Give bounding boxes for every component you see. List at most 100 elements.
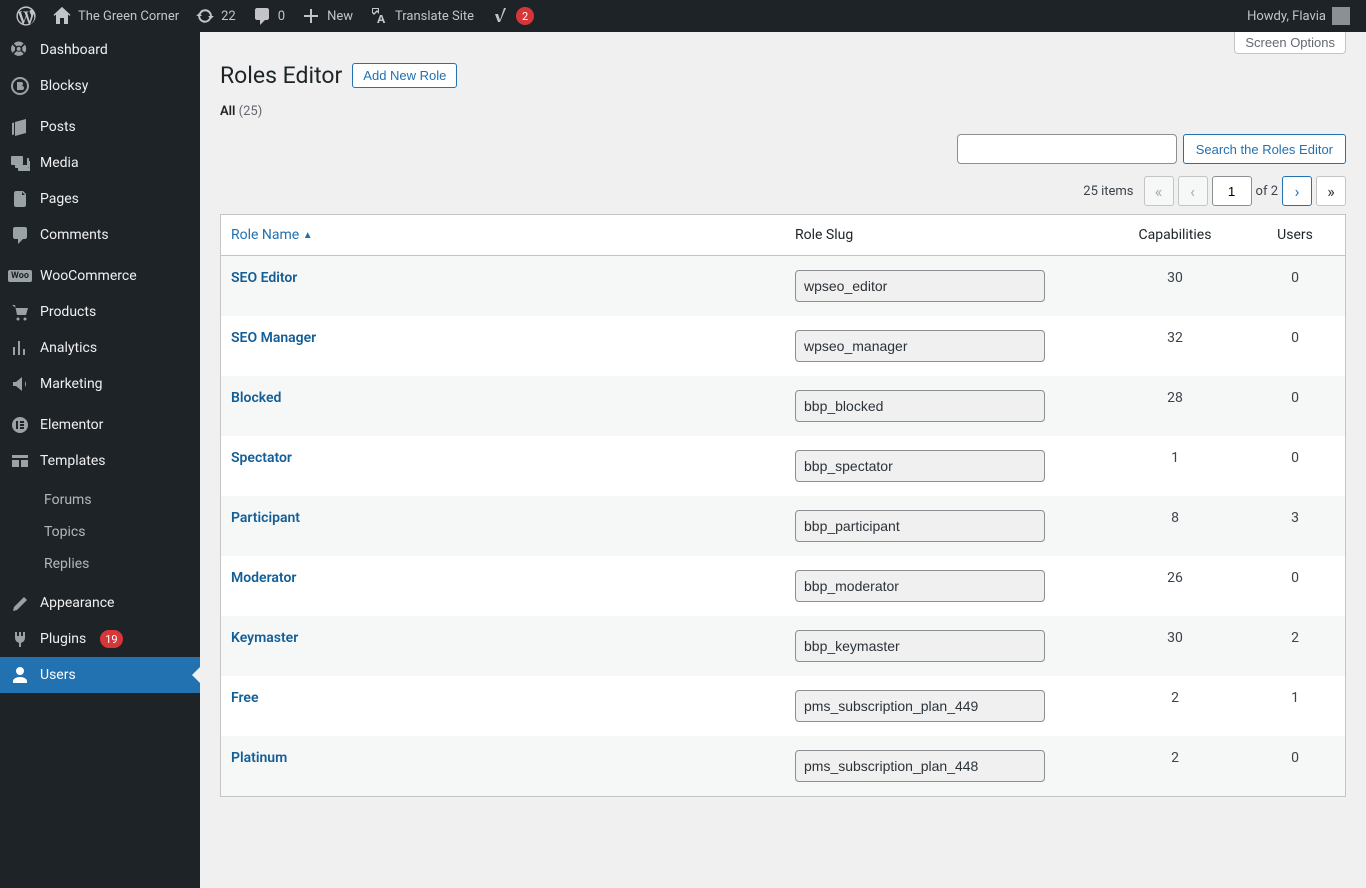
sidebar-item-users[interactable]: Users	[0, 657, 200, 693]
first-page-button: «	[1144, 176, 1174, 206]
sidebar-item-plugins[interactable]: Plugins19	[0, 621, 200, 657]
dashboard-icon	[10, 40, 30, 60]
woo-icon: Woo	[10, 266, 30, 286]
role-name-link[interactable]: Keymaster	[231, 630, 298, 646]
users-cell: 0	[1245, 556, 1345, 616]
sidebar-item-blocksy[interactable]: Blocksy	[0, 68, 200, 104]
sidebar-item-label: Products	[40, 304, 96, 320]
role-slug-field[interactable]	[795, 390, 1045, 422]
updates-link[interactable]: 22	[187, 0, 244, 32]
role-slug-field[interactable]	[795, 450, 1045, 482]
sidebar-item-products[interactable]: Products	[0, 294, 200, 330]
sidebar-item-comments[interactable]: Comments	[0, 217, 200, 253]
next-page-button[interactable]: ›	[1282, 176, 1312, 206]
new-content-link[interactable]: New	[293, 0, 361, 32]
sidebar-sub-forums[interactable]: Forums	[0, 484, 200, 516]
sidebar-item-analytics[interactable]: Analytics	[0, 330, 200, 366]
col-role-name[interactable]: Role Name ▲	[221, 215, 785, 256]
comments-link[interactable]: 0	[244, 0, 293, 32]
howdy-text: Howdy, Flavia	[1247, 9, 1326, 24]
role-slug-field[interactable]	[795, 690, 1045, 722]
prev-page-button: ‹	[1178, 176, 1208, 206]
capabilities-cell: 30	[1105, 256, 1245, 316]
filter-all-label[interactable]: All	[220, 104, 235, 119]
sidebar-item-label: Dashboard	[40, 42, 108, 58]
role-slug-field[interactable]	[795, 750, 1045, 782]
table-row: SEO Manager320	[221, 316, 1345, 376]
role-name-link[interactable]: SEO Manager	[231, 330, 316, 346]
translate-link[interactable]: Translate Site	[361, 0, 482, 32]
wp-logo[interactable]	[8, 0, 44, 32]
page-title: Roles Editor	[220, 62, 342, 89]
blocksy-icon	[10, 76, 30, 96]
sidebar-item-appearance[interactable]: Appearance	[0, 585, 200, 621]
role-slug-field[interactable]	[795, 630, 1045, 662]
col-users: Users	[1245, 215, 1345, 256]
plugins-icon	[10, 629, 30, 649]
translate-icon	[369, 6, 389, 26]
capabilities-cell: 2	[1105, 676, 1245, 736]
table-row: Participant83	[221, 496, 1345, 556]
home-icon	[52, 6, 72, 26]
screen-options-button[interactable]: Screen Options	[1234, 32, 1346, 54]
role-name-link[interactable]: Spectator	[231, 450, 292, 466]
users-cell: 1	[1245, 676, 1345, 736]
site-name-text: The Green Corner	[78, 9, 179, 24]
yoast-badge: 2	[516, 7, 534, 25]
yoast-link[interactable]: 2	[482, 0, 542, 32]
table-row: Free 21	[221, 676, 1345, 736]
sidebar-item-label: Blocksy	[40, 78, 88, 94]
page-of-label: of 2	[1256, 184, 1278, 199]
sidebar-item-woocommerce[interactable]: Woo WooCommerce	[0, 258, 200, 294]
filter-links: All (25)	[220, 104, 1346, 119]
sidebar-item-posts[interactable]: Posts	[0, 109, 200, 145]
user-avatar	[1332, 7, 1350, 25]
sidebar-item-templates[interactable]: Templates	[0, 443, 200, 479]
sidebar-item-label: Plugins	[40, 631, 86, 647]
admin-toolbar: The Green Corner 22 0 New Translate Site…	[0, 0, 1366, 32]
sidebar-item-dashboard[interactable]: Dashboard	[0, 32, 200, 68]
media-icon	[10, 153, 30, 173]
posts-icon	[10, 117, 30, 137]
roles-search-input[interactable]	[957, 134, 1177, 164]
current-page-input[interactable]	[1212, 176, 1252, 206]
sidebar-item-elementor[interactable]: Elementor	[0, 407, 200, 443]
users-cell: 0	[1245, 736, 1345, 796]
users-cell: 0	[1245, 256, 1345, 316]
role-slug-field[interactable]	[795, 570, 1045, 602]
table-row: SEO Editor 300	[221, 256, 1345, 316]
role-name-link[interactable]: Moderator	[231, 570, 296, 586]
last-page-button[interactable]: »	[1316, 176, 1346, 206]
wordpress-icon	[16, 6, 36, 26]
users-cell: 0	[1245, 436, 1345, 496]
new-label: New	[327, 9, 353, 24]
capabilities-cell: 8	[1105, 496, 1245, 556]
role-name-link[interactable]: Participant	[231, 510, 300, 526]
sidebar-item-pages[interactable]: Pages	[0, 181, 200, 217]
comments-icon	[10, 225, 30, 245]
capabilities-cell: 1	[1105, 436, 1245, 496]
pages-icon	[10, 189, 30, 209]
site-name-link[interactable]: The Green Corner	[44, 0, 187, 32]
role-name-link[interactable]: Blocked	[231, 390, 281, 406]
sidebar-item-label: Marketing	[40, 376, 103, 392]
sidebar-item-label: Users	[40, 667, 76, 683]
role-slug-field[interactable]	[795, 270, 1045, 302]
table-row: Spectator 10	[221, 436, 1345, 496]
sidebar-sub-topics[interactable]: Topics	[0, 516, 200, 548]
search-roles-button[interactable]: Search the Roles Editor	[1183, 134, 1346, 164]
role-name-link[interactable]: Platinum	[231, 750, 287, 766]
user-account-link[interactable]: Howdy, Flavia	[1239, 0, 1358, 32]
sidebar-item-label: WooCommerce	[40, 268, 137, 284]
add-new-role-button[interactable]: Add New Role	[352, 63, 457, 88]
sidebar-item-marketing[interactable]: Marketing	[0, 366, 200, 402]
role-name-link[interactable]: SEO Editor	[231, 270, 297, 286]
role-slug-field[interactable]	[795, 510, 1045, 542]
col-role-slug: Role Slug	[785, 215, 1105, 256]
role-name-link[interactable]: Free	[231, 690, 259, 706]
sidebar-item-media[interactable]: Media	[0, 145, 200, 181]
role-slug-field[interactable]	[795, 330, 1045, 362]
elementor-icon	[10, 415, 30, 435]
sidebar-sub-replies[interactable]: Replies	[0, 548, 200, 580]
users-cell: 0	[1245, 316, 1345, 376]
